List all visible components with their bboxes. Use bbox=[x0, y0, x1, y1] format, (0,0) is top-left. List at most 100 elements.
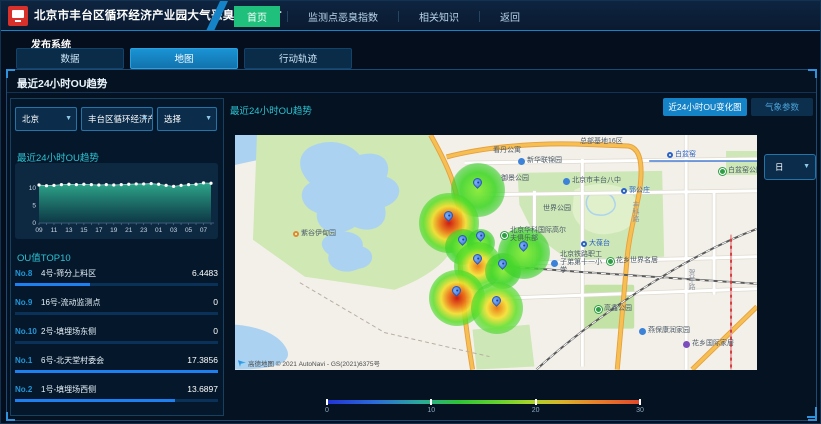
blue-poi-icon bbox=[551, 260, 558, 267]
purple-poi-icon bbox=[683, 341, 690, 348]
svg-text:0: 0 bbox=[32, 220, 36, 227]
map-place-label: 总部基地16区 bbox=[580, 138, 623, 146]
heatmap-map[interactable]: 总部基地16区看丹公寓新华联锦园御景公园北京市丰台八中郭公庄白盆窑白盆窑公园世界… bbox=[235, 135, 757, 370]
progress-track bbox=[15, 341, 218, 344]
park-poi-icon bbox=[595, 306, 602, 313]
nav-home[interactable]: 首页 bbox=[234, 6, 280, 27]
panel-title: 最近24小时OU趋势 bbox=[17, 76, 107, 91]
map-place-label: 丰科路 bbox=[631, 201, 639, 222]
attribution-text: 高德地图 © 2021 AutoNavi - GS(2021)6375号 bbox=[248, 358, 380, 368]
blue-poi-icon bbox=[563, 178, 570, 185]
heat-blob bbox=[471, 282, 523, 334]
weather-params-button[interactable]: 气象参数 bbox=[751, 98, 813, 116]
place-name: 丰科路 bbox=[631, 201, 639, 222]
place-name: 燕保康润家园 bbox=[648, 327, 690, 335]
site-name: 6号-北天堂村委会 bbox=[41, 355, 187, 366]
trend-chart: 0510091113151719212301030507 bbox=[15, 163, 218, 239]
map-place-label: 白盆窑公园 bbox=[719, 167, 757, 175]
progress-track bbox=[15, 399, 218, 402]
chevron-down-icon: ▼ bbox=[205, 108, 212, 130]
place-name: 总部基地16区 bbox=[580, 138, 623, 146]
tab-track[interactable]: 行动轨迹 bbox=[244, 48, 352, 69]
site-name: 4号-筛分上料区 bbox=[41, 268, 192, 279]
nav-separator bbox=[287, 11, 288, 22]
city-select[interactable]: 北京▼ bbox=[15, 107, 77, 131]
map-place-label: 看丹公寓 bbox=[493, 147, 521, 155]
svg-text:15: 15 bbox=[80, 227, 88, 234]
ou-change-chart-button[interactable]: 近24小时OU变化图 bbox=[663, 98, 747, 116]
place-name: 白盆窑公园 bbox=[728, 167, 757, 175]
place-name: 紫谷伊甸园 bbox=[301, 230, 336, 238]
map-place-label: 燕保康润家园 bbox=[639, 327, 690, 335]
map-place-label: 紫谷伊甸园 bbox=[293, 230, 336, 238]
publish-tabs: 数据 地图 行动轨迹 bbox=[16, 48, 352, 69]
nav-odor-index[interactable]: 监测点恶臭指数 bbox=[295, 6, 391, 27]
tab-map[interactable]: 地图 bbox=[130, 48, 238, 69]
place-name: 新华联锦园 bbox=[527, 157, 562, 165]
legend-corner-bracket bbox=[807, 407, 817, 418]
metro-poi-icon bbox=[621, 188, 627, 194]
blue-poi-icon bbox=[518, 158, 525, 165]
progress-track bbox=[15, 312, 218, 315]
svg-text:21: 21 bbox=[125, 227, 133, 234]
map-place-label: 世界公园 bbox=[543, 205, 571, 213]
left-sidebar-panel: 北京▼ 丰台区循环经济产▼ 选择▼ 最近24小时OU趋势 05100911131… bbox=[10, 98, 224, 416]
svg-text:23: 23 bbox=[140, 227, 148, 234]
progress-fill bbox=[15, 370, 218, 373]
park-poi-icon bbox=[607, 258, 614, 265]
legend-label: 10 bbox=[427, 407, 435, 414]
map-place-label: 花乡国际家居 bbox=[683, 340, 734, 348]
ou-value: 13.6897 bbox=[187, 384, 218, 394]
progress-track bbox=[15, 283, 218, 286]
svg-text:17: 17 bbox=[95, 227, 103, 234]
trend-chart-svg: 0510091113151719212301030507 bbox=[15, 163, 218, 239]
main-panel: 最近24小时OU趋势 北京▼ 丰台区循环经济产▼ 选择▼ 最近24小时OU趋势 … bbox=[6, 69, 817, 421]
map-place-label: 高鑫公园 bbox=[595, 305, 632, 313]
main-nav: 首页 监测点恶臭指数 相关知识 返回 bbox=[227, 1, 540, 31]
nav-back[interactable]: 返回 bbox=[487, 6, 533, 27]
map-place-label: 北京铁路职工子弟第十一小学 bbox=[551, 251, 607, 275]
park-poi-icon bbox=[719, 168, 726, 175]
svg-text:13: 13 bbox=[65, 227, 73, 234]
region-selects: 北京▼ 丰台区循环经济产▼ 选择▼ bbox=[15, 107, 217, 131]
map-place-label: 贺羊路 bbox=[687, 269, 695, 290]
site-select[interactable]: 选择▼ bbox=[157, 107, 217, 131]
nav-knowledge[interactable]: 相关知识 bbox=[406, 6, 472, 27]
blue-poi-icon bbox=[639, 328, 646, 335]
list-item: No.916号-流动监测点0 bbox=[15, 292, 218, 321]
rank-label: No.10 bbox=[15, 327, 41, 336]
time-unit-select[interactable]: 日 ▼ bbox=[764, 154, 816, 180]
amap-logo-icon bbox=[238, 359, 246, 367]
tab-data[interactable]: 数据 bbox=[16, 48, 124, 69]
heat-legend-gradient bbox=[327, 400, 640, 404]
svg-text:07: 07 bbox=[200, 227, 208, 234]
list-item: No.102号-填埋场东侧0 bbox=[15, 321, 218, 350]
place-name: 御景公园 bbox=[501, 175, 529, 183]
panel-corner bbox=[808, 69, 817, 78]
place-name: 贺羊路 bbox=[687, 269, 695, 290]
place-name: 白盆窑 bbox=[675, 151, 696, 159]
rank-label: No.8 bbox=[15, 269, 41, 278]
place-name: 世界公园 bbox=[543, 205, 571, 213]
place-name: 北京市丰台八中 bbox=[572, 177, 621, 185]
list-item: No.84号-筛分上料区6.4483 bbox=[15, 263, 218, 292]
nav-separator bbox=[479, 11, 480, 22]
map-place-label: 北京市丰台八中 bbox=[563, 177, 621, 185]
svg-text:10: 10 bbox=[29, 185, 37, 192]
site-name: 2号-填埋场东侧 bbox=[41, 326, 213, 337]
rank-label: No.1 bbox=[15, 356, 41, 365]
legend-tick bbox=[639, 399, 641, 405]
progress-track bbox=[15, 370, 218, 373]
map-section-label: 最近24小时OU趋势 bbox=[230, 103, 312, 117]
svg-text:03: 03 bbox=[170, 227, 178, 234]
progress-fill bbox=[15, 399, 175, 402]
rank-label: No.2 bbox=[15, 385, 41, 394]
list-item: No.16号-北天堂村委会17.3856 bbox=[15, 350, 218, 379]
site-name: 16号-流动监测点 bbox=[41, 297, 213, 308]
legend-label: 30 bbox=[636, 407, 644, 414]
park-poi-icon bbox=[501, 232, 508, 239]
svg-text:05: 05 bbox=[185, 227, 193, 234]
district-select[interactable]: 丰台区循环经济产▼ bbox=[81, 107, 153, 131]
chevron-down-icon: ▼ bbox=[803, 155, 810, 179]
legend-label: 20 bbox=[532, 407, 540, 414]
